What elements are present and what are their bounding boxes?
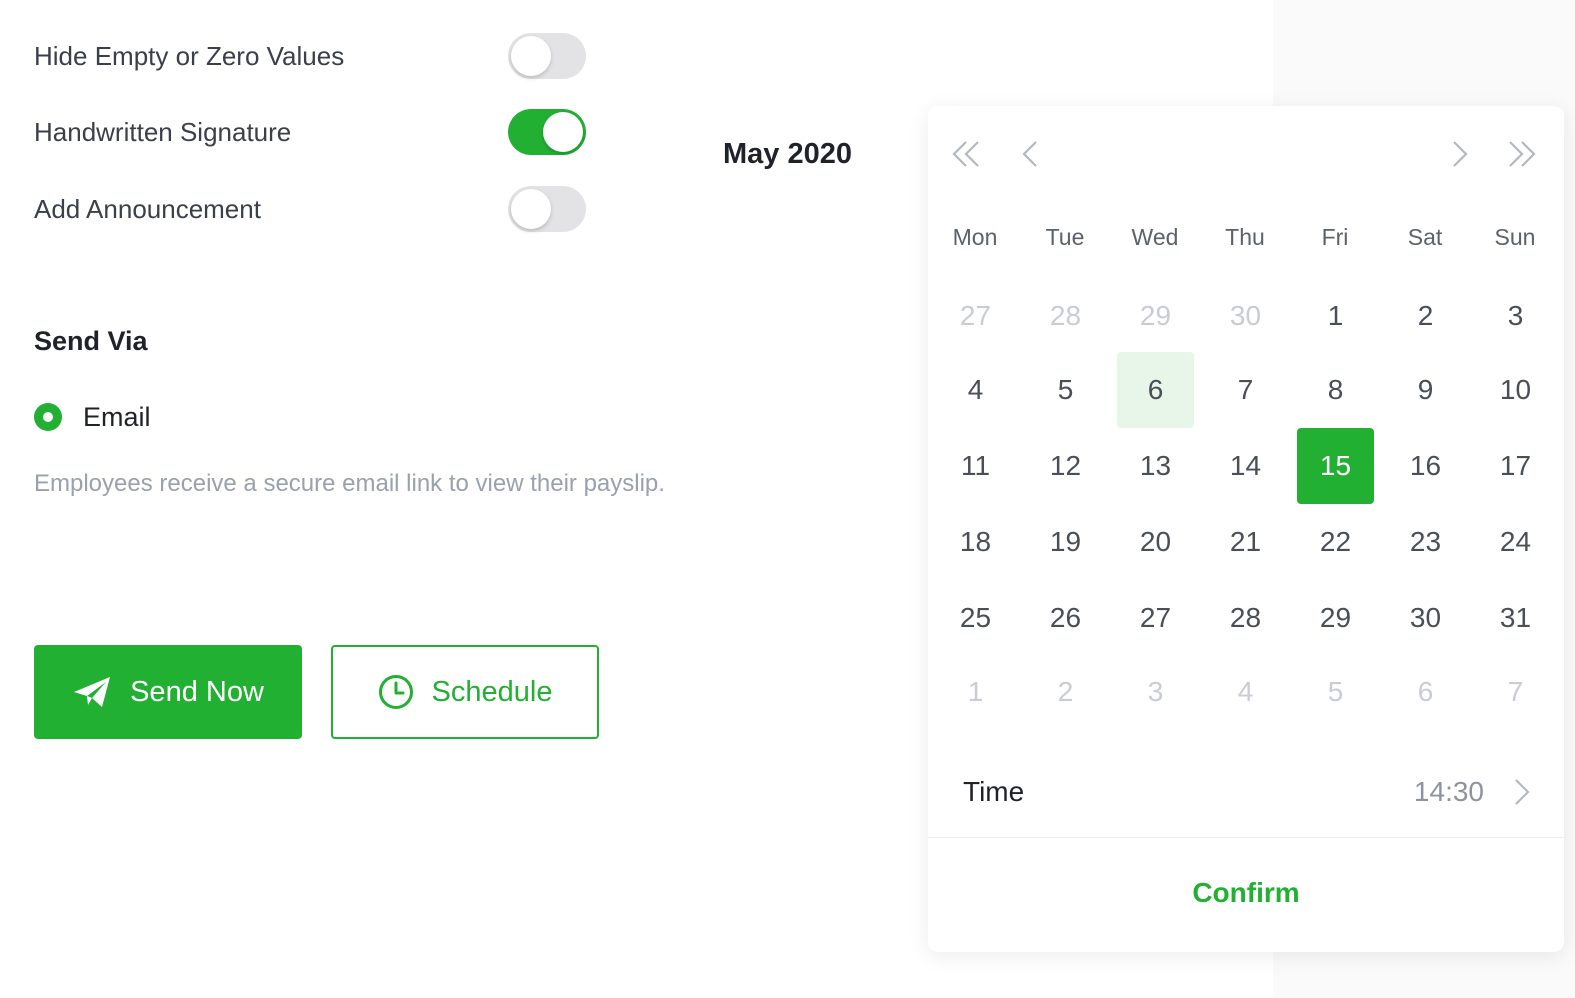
calendar-day[interactable]: 22 [1297,504,1374,580]
chevron-right-icon [1512,777,1532,807]
double-chevron-left-icon [951,139,981,174]
setting-label: Add Announcement [34,193,261,224]
email-radio-label: Email [83,401,151,432]
calendar-day[interactable]: 29 [1297,580,1374,656]
calendar-day[interactable]: 7 [1207,352,1284,428]
calendar-day[interactable]: 11 [937,428,1014,504]
calendar-day[interactable]: 28 [1027,278,1104,354]
paper-plane-icon [72,675,112,709]
weekday-sat: Sat [1407,224,1443,250]
calendar-day[interactable]: 31 [1477,580,1554,656]
prev-year-button[interactable] [946,136,986,176]
calendar-day[interactable]: 1 [1297,278,1374,354]
time-value: 14:30 [1413,776,1484,807]
calendar-day[interactable]: 5 [1027,352,1104,428]
send-now-button[interactable]: Send Now [34,645,302,739]
chevron-left-icon [1016,139,1046,174]
weekday-thu: Thu [1225,224,1265,250]
calendar-day[interactable]: 14 [1207,428,1284,504]
calendar-day[interactable]: 4 [937,352,1014,428]
weekday-wed: Wed [1131,224,1179,250]
calendar-day[interactable]: 30 [1387,580,1464,656]
send-via-title: Send Via [34,326,148,356]
setting-row-hide-empty: Hide Empty or Zero Values [34,31,586,81]
weekday-tue: Tue [1045,224,1085,250]
next-month-button[interactable] [1439,136,1479,176]
weekday-sun: Sun [1494,224,1536,250]
toggle-knob [543,112,583,152]
toggle-knob [511,36,551,76]
calendar-day[interactable]: 13 [1117,428,1194,504]
next-year-button[interactable] [1502,136,1542,176]
time-label: Time [963,776,1025,807]
calendar-day[interactable]: 24 [1477,504,1554,580]
calendar-day[interactable]: 23 [1387,504,1464,580]
page: Hide Empty or Zero Values Handwritten Si… [0,0,1575,998]
toggle-knob [511,189,551,229]
setting-label: Hide Empty or Zero Values [34,40,345,71]
calendar-day[interactable]: 28 [1207,580,1284,656]
handwritten-signature-toggle[interactable] [508,109,586,155]
divider [928,837,1564,838]
calendar-day[interactable]: 6 [1387,654,1464,730]
setting-row-add-announcement: Add Announcement [34,184,586,234]
calendar-day[interactable]: 27 [937,278,1014,354]
calendar-day[interactable]: 5 [1297,654,1374,730]
confirm-button[interactable]: Confirm [928,862,1564,924]
calendar-day-selected[interactable]: 15 [1297,428,1374,504]
weekday-fri: Fri [1321,224,1349,250]
calendar-day[interactable]: 27 [1117,580,1194,656]
calendar-day[interactable]: 4 [1207,654,1284,730]
calendar-day[interactable]: 25 [937,580,1014,656]
calendar-day[interactable]: 2 [1027,654,1104,730]
calendar-day[interactable]: 1 [937,654,1014,730]
calendar-day[interactable]: 3 [1117,654,1194,730]
email-radio-option[interactable]: Email [34,398,151,436]
calendar-day[interactable]: 12 [1027,428,1104,504]
schedule-label: Schedule [431,675,553,708]
calendar-day[interactable]: 19 [1027,504,1104,580]
weekday-mon: Mon [952,224,998,250]
calendar-day[interactable]: 26 [1027,580,1104,656]
calendar-day[interactable]: 8 [1297,352,1374,428]
calendar-day[interactable]: 2 [1387,278,1464,354]
setting-row-handwritten-signature: Handwritten Signature [34,107,586,157]
radio-dot [43,412,53,422]
prev-month-button[interactable] [1011,136,1051,176]
calendar-day[interactable]: 7 [1477,654,1554,730]
setting-label: Handwritten Signature [34,116,292,147]
calendar-day-today[interactable]: 6 [1117,352,1194,428]
calendar-day[interactable]: 20 [1117,504,1194,580]
calendar-day[interactable]: 29 [1117,278,1194,354]
email-radio[interactable] [34,403,62,431]
chevron-right-icon [1444,139,1474,174]
calendar-day[interactable]: 21 [1207,504,1284,580]
double-chevron-right-icon [1507,139,1537,174]
calendar-day[interactable]: 18 [937,504,1014,580]
calendar-day[interactable]: 3 [1477,278,1554,354]
add-announcement-toggle[interactable] [508,186,586,232]
email-helper-text: Employees receive a secure email link to… [34,470,665,497]
calendar-day[interactable]: 17 [1477,428,1554,504]
calendar-day[interactable]: 30 [1207,278,1284,354]
schedule-button[interactable]: Schedule [331,645,599,739]
calendar-day[interactable]: 10 [1477,352,1554,428]
time-selector[interactable]: Time 14:30 [928,756,1564,828]
calendar-day[interactable]: 9 [1387,352,1464,428]
send-now-label: Send Now [130,675,264,708]
hide-empty-toggle[interactable] [508,33,586,79]
clock-icon [378,674,414,710]
calendar-day[interactable]: 16 [1387,428,1464,504]
